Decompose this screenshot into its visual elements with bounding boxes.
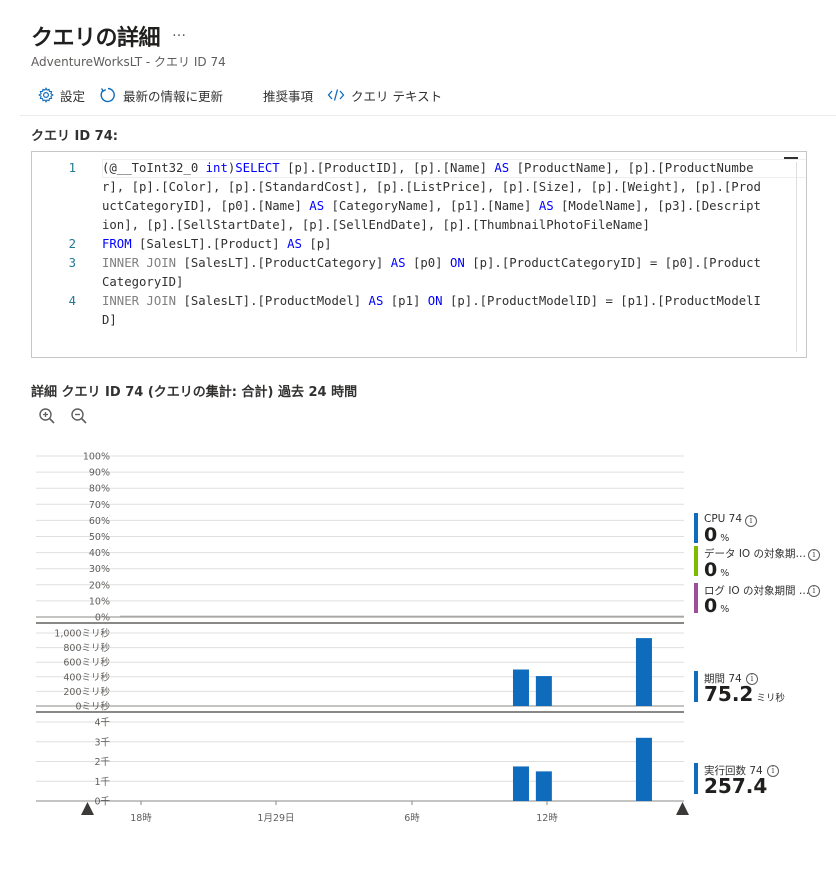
y-tick-label: 0千 xyxy=(94,797,110,808)
recommendations-button[interactable]: 推奨事項 xyxy=(263,86,313,105)
more-options-button[interactable]: … xyxy=(172,24,186,40)
legend-color-bar xyxy=(694,513,698,543)
gear-icon xyxy=(38,87,54,103)
query-id-label: クエリ ID 74: xyxy=(31,129,118,144)
vertical-scrollbar[interactable] xyxy=(796,162,797,352)
zoom-in-icon[interactable] xyxy=(38,407,56,425)
page-title: クエリの詳細 xyxy=(31,26,161,51)
y-tick-label: 4千 xyxy=(94,718,110,729)
scrollbar-thumb[interactable] xyxy=(784,157,798,159)
command-bar: 設定 最新の情報に更新 推奨事項 クエリ テキスト xyxy=(38,85,456,105)
legend-value: 0% xyxy=(704,595,730,617)
code-text: FROM [SalesLT].[Product] AS [p] xyxy=(102,237,332,251)
code-line: 3 INNER JOIN [SalesLT].[ProductCategory] … xyxy=(32,254,802,292)
y-tick-label: 40% xyxy=(89,548,110,559)
legend-color-bar xyxy=(694,546,698,576)
line-number: 3 xyxy=(68,256,76,270)
details-heading: 詳細 クエリ ID 74 (クエリの集計: 合計) 過去 24 時間 xyxy=(31,385,358,400)
legend-color-bar xyxy=(694,583,698,613)
code-line: 2 FROM [SalesLT].[Product] AS [p] xyxy=(32,235,802,254)
recommendations-label: 推奨事項 xyxy=(263,88,314,104)
bar xyxy=(512,766,529,801)
query-text-label: クエリ テキスト xyxy=(351,88,443,104)
y-tick-label: 70% xyxy=(89,500,110,511)
y-tick-label: 20% xyxy=(89,580,110,591)
breadcrumb: AdventureWorksLT - クエリ ID 74 xyxy=(31,55,226,69)
code-line: 1 (@__ToInt32_0 int)SELECT [p].[ProductID… xyxy=(32,159,802,235)
query-code-editor[interactable]: 1 (@__ToInt32_0 int)SELECT [p].[ProductID… xyxy=(31,151,807,358)
code-text: (@__ToInt32_0 int)SELECT [p].[ProductID]… xyxy=(102,161,761,232)
line-number: 2 xyxy=(68,237,76,251)
y-tick-label: 0% xyxy=(95,613,110,624)
x-tick-label: 18時 xyxy=(130,813,152,824)
y-tick-label: 50% xyxy=(89,532,110,543)
y-tick-label: 600ミリ秒 xyxy=(63,657,110,669)
legend-value: 0% xyxy=(704,524,730,546)
line-number: 4 xyxy=(68,294,76,308)
x-tick-label: 6時 xyxy=(404,813,420,824)
y-tick-label: 60% xyxy=(89,516,110,527)
y-tick-label: 2千 xyxy=(94,757,110,768)
y-tick-label: 90% xyxy=(89,468,110,479)
bar xyxy=(635,737,652,801)
refresh-label: 最新の情報に更新 xyxy=(123,88,224,104)
y-tick-label: 100% xyxy=(83,452,110,463)
y-tick-label: 1,000ミリ秒 xyxy=(54,628,110,640)
y-tick-label: 10% xyxy=(89,596,110,607)
code-icon xyxy=(327,89,345,101)
y-tick-label: 0ミリ秒 xyxy=(75,701,110,713)
legend-value: 257.4 xyxy=(704,774,768,798)
info-icon[interactable]: i xyxy=(767,765,779,777)
y-tick-label: 30% xyxy=(89,564,110,575)
code-line: 4 INNER JOIN [SalesLT].[ProductModel] AS … xyxy=(32,292,802,330)
bar xyxy=(512,669,529,706)
y-tick-label: 400ミリ秒 xyxy=(63,671,110,683)
settings-button[interactable]: 設定 xyxy=(38,86,85,105)
y-tick-label: 800ミリ秒 xyxy=(63,642,110,654)
x-tick-label: 12時 xyxy=(536,813,558,824)
legend-color-bar xyxy=(694,763,698,794)
zoom-out-icon[interactable] xyxy=(70,407,88,425)
line-number: 1 xyxy=(68,161,76,175)
legend-color-bar xyxy=(694,671,698,702)
bar xyxy=(635,638,652,706)
query-text-button[interactable]: クエリ テキスト xyxy=(327,86,442,105)
info-icon[interactable]: i xyxy=(808,549,820,561)
legend-value: 0% xyxy=(704,559,730,581)
y-tick-label: 3千 xyxy=(94,737,110,748)
info-icon[interactable]: i xyxy=(808,585,820,597)
code-text: INNER JOIN [SalesLT].[ProductCategory] A… xyxy=(102,256,761,289)
legend-value: 75.2 ミリ秒 xyxy=(704,682,785,706)
range-start-handle[interactable] xyxy=(81,802,94,815)
refresh-button[interactable]: 最新の情報に更新 xyxy=(99,86,223,105)
bar xyxy=(535,771,552,801)
range-end-handle[interactable] xyxy=(676,802,689,815)
y-tick-label: 80% xyxy=(89,484,110,495)
x-tick-label: 1月29日 xyxy=(257,813,294,824)
refresh-icon xyxy=(100,87,115,103)
bar xyxy=(535,676,552,706)
y-tick-label: 200ミリ秒 xyxy=(63,686,110,698)
code-text: INNER JOIN [SalesLT].[ProductModel] AS [… xyxy=(102,294,761,327)
settings-label: 設定 xyxy=(60,88,86,104)
info-icon[interactable]: i xyxy=(745,515,757,527)
y-tick-label: 1千 xyxy=(94,777,110,788)
divider xyxy=(20,115,836,116)
code-lines: 1 (@__ToInt32_0 int)SELECT [p].[ProductID… xyxy=(32,159,802,330)
